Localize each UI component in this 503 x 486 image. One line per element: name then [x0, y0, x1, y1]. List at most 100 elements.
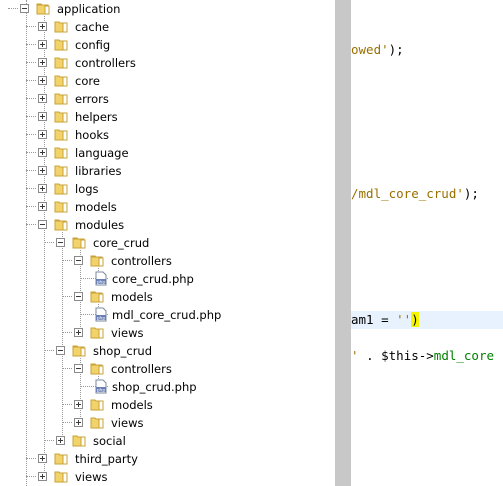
expand-toggle-icon[interactable] [38, 94, 47, 103]
tree-folder-item[interactable]: views [0, 414, 335, 432]
tree-folder-item[interactable]: models [0, 198, 335, 216]
string-token: '' [396, 312, 412, 327]
tree-folder-item[interactable]: shop_crud [0, 342, 335, 360]
tree-folder-item[interactable]: views [0, 324, 335, 342]
tree-folder-item[interactable]: social [0, 432, 335, 450]
folder-icon [54, 128, 68, 141]
folder-icon [54, 164, 68, 177]
expand-toggle-icon[interactable] [38, 454, 47, 463]
tree-item-label: views [111, 326, 144, 340]
folder-icon [54, 74, 68, 87]
folder-open-icon [90, 254, 104, 267]
folder-icon [90, 326, 104, 339]
tree-folder-item[interactable]: third_party [0, 450, 335, 468]
string-token: ' [351, 348, 367, 363]
folder-icon [54, 20, 68, 33]
folder-open-icon [90, 290, 104, 303]
tree-item-label: core [75, 74, 100, 88]
string-token: owed' [351, 42, 389, 57]
tree-item-label: logs [75, 182, 99, 196]
expand-toggle-icon[interactable] [74, 400, 83, 409]
tree-folder-item[interactable]: controllers [0, 54, 335, 72]
expand-toggle-icon[interactable] [38, 148, 47, 157]
tree-item-label: views [75, 470, 108, 484]
tree-item-label: core_crud.php [112, 272, 194, 286]
expand-toggle-icon[interactable] [38, 112, 47, 121]
expand-toggle-icon[interactable] [56, 436, 65, 445]
collapse-toggle-icon[interactable] [56, 238, 65, 247]
php-file-icon: php [94, 379, 108, 394]
tree-folder-item[interactable]: errors [0, 90, 335, 108]
collapse-toggle-icon[interactable] [74, 364, 83, 373]
code-line[interactable]: /mdl_core_crud'); [351, 185, 503, 203]
tree-folder-item[interactable]: helpers [0, 108, 335, 126]
folder-open-icon [54, 218, 68, 231]
folder-icon [90, 416, 104, 429]
tree-folder-item[interactable]: core_crud [0, 234, 335, 252]
tree-folder-item[interactable]: cache [0, 18, 335, 36]
tree-item-label: helpers [75, 110, 118, 124]
collapse-toggle-icon[interactable] [74, 292, 83, 301]
tree-connector [26, 134, 36, 135]
tree-item-label: hooks [75, 128, 110, 142]
collapse-toggle-icon[interactable] [56, 346, 65, 355]
folder-icon [54, 56, 68, 69]
expand-toggle-icon[interactable] [38, 130, 47, 139]
tree-item-label: errors [75, 92, 109, 106]
folder-icon [54, 146, 68, 159]
expand-toggle-icon[interactable] [38, 22, 47, 31]
tree-connector [26, 188, 36, 189]
tree-file-item[interactable]: php core_crud.php [0, 270, 335, 288]
file-tree-panel[interactable]: application cache config controllers core err… [0, 0, 335, 486]
tree-folder-item[interactable]: models [0, 288, 335, 306]
tree-item-label: views [111, 416, 144, 430]
expand-toggle-icon[interactable] [38, 184, 47, 193]
expand-toggle-icon[interactable] [74, 418, 83, 427]
expand-toggle-icon[interactable] [74, 328, 83, 337]
tree-connector [26, 26, 36, 27]
tree-item-label: controllers [111, 254, 172, 268]
tree-connector [26, 458, 36, 459]
code-token: ); [463, 186, 479, 201]
tree-item-label: config [75, 38, 111, 52]
collapse-toggle-icon[interactable] [38, 220, 47, 229]
tree-connector [26, 116, 36, 117]
tree-folder-item[interactable]: libraries [0, 162, 335, 180]
collapse-toggle-icon[interactable] [74, 256, 83, 265]
tree-folder-item[interactable]: language [0, 144, 335, 162]
code-line[interactable]: ' . $this->mdl_core [351, 347, 503, 365]
tree-folder-item[interactable]: application [0, 0, 335, 18]
tree-folder-item[interactable]: controllers [0, 360, 335, 378]
tree-folder-item[interactable]: logs [0, 180, 335, 198]
tree-connector [26, 170, 36, 171]
tree-file-item[interactable]: php shop_crud.php [0, 378, 335, 396]
code-line[interactable]: owed'); [351, 41, 503, 59]
expand-toggle-icon[interactable] [38, 58, 47, 67]
collapse-toggle-icon[interactable] [20, 4, 29, 13]
expand-toggle-icon[interactable] [38, 202, 47, 211]
tree-folder-item[interactable]: core [0, 72, 335, 90]
folder-icon [90, 398, 104, 411]
folder-icon [54, 470, 68, 483]
tree-folder-item[interactable]: models [0, 396, 335, 414]
expand-toggle-icon[interactable] [38, 76, 47, 85]
folder-open-icon [72, 344, 86, 357]
tree-item-label: application [57, 2, 121, 16]
tree-folder-item[interactable]: modules [0, 216, 335, 234]
php-file-icon: php [94, 271, 108, 286]
panel-splitter[interactable] [335, 0, 351, 486]
tree-folder-item[interactable]: controllers [0, 252, 335, 270]
expand-toggle-icon[interactable] [38, 166, 47, 175]
code-editor[interactable]: owed');/mdl_core_crud'); am1 = '') ' . $th… [351, 0, 503, 486]
tree-folder-item[interactable]: hooks [0, 126, 335, 144]
tree-file-item[interactable]: php mdl_core_crud.php [0, 306, 335, 324]
folder-icon [54, 182, 68, 195]
current-code-line[interactable]: am1 = '') [351, 311, 503, 329]
tree-connector [26, 476, 36, 477]
folder-icon [54, 452, 68, 465]
tree-folder-item[interactable]: views [0, 468, 335, 486]
expand-toggle-icon[interactable] [38, 40, 47, 49]
tree-item-label: models [111, 398, 153, 412]
expand-toggle-icon[interactable] [38, 472, 47, 481]
tree-folder-item[interactable]: config [0, 36, 335, 54]
